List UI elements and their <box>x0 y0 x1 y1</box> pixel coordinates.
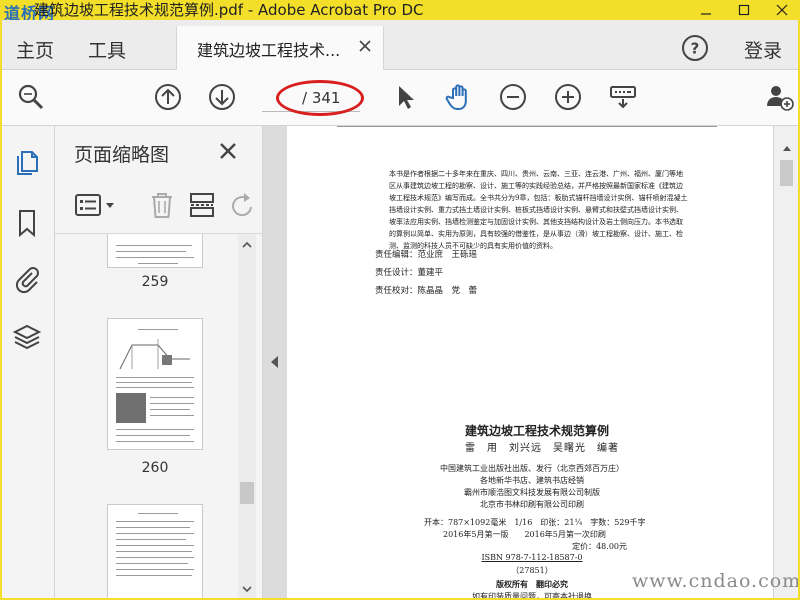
thumbnail-page-260[interactable] <box>107 318 203 450</box>
rights-line: 版权所有 翻印必究 <box>496 579 568 589</box>
notice-line: 如有印装质量问题，可寄本社退换 <box>472 592 592 600</box>
book-title: 建筑边坡工程技术规范算例 <box>465 424 610 438</box>
credit-design: 责任设计：董建平 <box>375 268 444 278</box>
maximize-icon[interactable] <box>732 0 756 20</box>
close-panel-icon[interactable] <box>219 142 237 160</box>
scrollbar-thumb[interactable] <box>240 482 254 504</box>
tab-tools[interactable]: 工具 <box>88 36 126 63</box>
zoom-search-icon[interactable] <box>16 82 46 112</box>
window-controls <box>694 0 794 20</box>
credit-proofreading: 责任校对：陈晶晶 党 蕾 <box>375 286 478 296</box>
insert-page-icon[interactable] <box>187 190 217 220</box>
page-thumbnails-icon[interactable] <box>12 148 42 178</box>
zoom-in-icon[interactable] <box>553 82 583 112</box>
thumbnails-panel: 页面缩略图 259 260 <box>55 126 263 600</box>
navigation-rail <box>0 126 55 600</box>
hand-tool-icon[interactable] <box>444 82 474 112</box>
page-number-field[interactable]: / 341 <box>262 86 360 112</box>
collapse-arrow-icon <box>271 356 278 368</box>
publisher-line: 中国建筑工业出版社出版、发行（北京西郊百万庄） <box>440 464 624 473</box>
next-page-icon[interactable] <box>207 82 237 112</box>
help-icon[interactable]: ? <box>681 34 709 62</box>
scroll-up-icon[interactable] <box>782 144 792 154</box>
document-view[interactable]: 本书是作者根据二十多年来在重庆、四川、贵州、云南、三亚、连云港、广州、福州、厦门… <box>287 126 773 600</box>
previous-page-icon[interactable] <box>153 82 183 112</box>
publisher-line: 各地新华书店、建筑书店经销 <box>480 476 584 485</box>
book-authors: 雷 用 刘兴远 吴曙光 编著 <box>465 443 619 454</box>
document-scrollbar[interactable] <box>773 126 798 600</box>
svg-text:?: ? <box>691 40 700 58</box>
edition-line: 2016年5月第一版 2016年5月第一次印刷 <box>443 530 606 539</box>
thumbnail-photo <box>116 393 146 423</box>
bookmark-icon[interactable] <box>12 208 42 238</box>
add-user-icon[interactable] <box>764 82 794 112</box>
attachment-icon[interactable] <box>12 264 42 294</box>
isbn-sub-line: （27851） <box>511 566 553 575</box>
thumbnail-page-259[interactable] <box>107 234 203 268</box>
thumbnail-scrollbar[interactable] <box>238 234 256 600</box>
tab-document[interactable]: 建筑边坡工程技术... <box>176 26 384 70</box>
tab-bar: 主页 工具 建筑边坡工程技术... ? 登录 <box>0 20 800 70</box>
layers-icon[interactable] <box>12 322 42 352</box>
login-button[interactable]: 登录 <box>744 36 782 63</box>
page-top-rule <box>337 126 717 127</box>
panel-title: 页面缩略图 <box>74 144 170 166</box>
thumbnail-diagram <box>119 339 190 370</box>
tab-home[interactable]: 主页 <box>16 36 54 63</box>
keyboard-tools-icon[interactable] <box>608 82 638 112</box>
document-page: 本书是作者根据二十多年来在重庆、四川、贵州、云南、三亚、连云港、广州、福州、厦门… <box>287 126 773 600</box>
thumbnail-toolbar <box>55 178 263 234</box>
isbn-line: ISBN 978-7-112-18587-0 <box>481 553 583 562</box>
thumbnail-label: 260 <box>141 460 169 476</box>
thumbnail-list: 259 260 <box>55 234 240 600</box>
select-cursor-icon[interactable] <box>390 82 420 112</box>
credit-editor: 责任编辑：范业庶 王砾瑶 <box>375 250 478 260</box>
zoom-out-icon[interactable] <box>498 82 528 112</box>
page-total: / 341 <box>302 89 341 107</box>
intro-paragraph: 本书是作者根据二十多年来在重庆、四川、贵州、云南、三亚、连云港、广州、福州、厦门… <box>389 170 688 250</box>
scrollbar-thumb[interactable] <box>780 160 793 186</box>
title-bar: 道桥网 建筑边坡工程技术规范算例.pdf - Adobe Acrobat Pro… <box>0 0 800 23</box>
delete-page-icon <box>152 193 172 218</box>
panel-collapse-handle[interactable] <box>263 126 287 600</box>
minimize-icon[interactable] <box>694 0 718 20</box>
format-line: 开本：787×1092毫米 1/16 印张：21¼ 字数：529千字 <box>424 518 646 527</box>
watermark: www.cndao.com <box>632 570 800 592</box>
thumbnail-options-icon[interactable] <box>73 190 117 220</box>
thumbnail-page-261[interactable] <box>107 504 203 600</box>
price-line: 定价：48.00元 <box>572 542 627 551</box>
close-window-icon[interactable] <box>770 0 794 20</box>
window-title: 建筑边坡工程技术规范算例.pdf - Adobe Acrobat Pro DC <box>34 1 424 19</box>
thumbnail-label: 259 <box>141 274 169 290</box>
publisher-line: 北京市书林印刷有限公司印刷 <box>480 500 584 509</box>
main-toolbar: / 341 <box>0 70 800 126</box>
close-tab-icon[interactable] <box>357 38 373 54</box>
document-tab-label: 建筑边坡工程技术... <box>197 41 341 60</box>
rotate-page-icon <box>232 193 252 217</box>
scroll-down-icon[interactable] <box>242 584 252 594</box>
publisher-line: 霸州市顺浩图文科技发展有限公司制版 <box>464 488 600 497</box>
scroll-up-icon[interactable] <box>242 240 252 250</box>
